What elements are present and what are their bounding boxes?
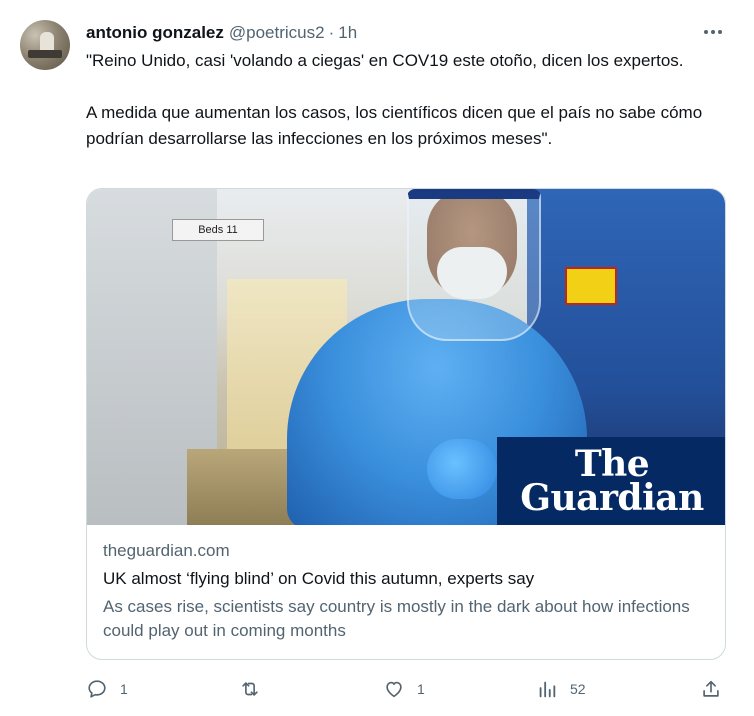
retweet-icon [242,682,258,696]
heart-icon [386,681,402,698]
image-yellow-sign [565,267,617,305]
image-sign: Beds 11 [172,219,264,241]
image-glove [427,439,497,499]
author-handle[interactable]: @poetricus2 [229,23,325,43]
tweet-header: antonio gonzalez @poetricus2 · 1h [86,22,357,44]
card-description: As cases rise, scientists say country is… [103,597,690,640]
image-face-shield [407,189,541,341]
like-button[interactable]: 1 [383,674,425,704]
tweet[interactable]: antonio gonzalez @poetricus2 · 1h "Reino… [0,0,754,716]
tweet-text: "Reino Unido, casi 'volando a ciegas' en… [86,48,726,152]
retweet-button[interactable] [239,674,273,704]
reply-button[interactable]: 1 [86,674,128,704]
tweet-timestamp[interactable]: 1h [338,23,357,43]
guardian-logo-line2: Guardian [520,477,704,519]
reply-count: 1 [120,681,128,697]
share-icon [703,680,719,697]
reply-icon [88,680,106,698]
tweet-paragraph: "Reino Unido, casi 'volando a ciegas' en… [86,51,684,70]
views-count: 52 [570,681,586,697]
views-icon [539,681,556,698]
header-separator: · [328,23,335,42]
like-count: 1 [417,681,425,697]
avatar-figure-bench [28,50,62,58]
share-button[interactable] [700,674,722,704]
card-image[interactable]: Beds 11 The Guardian [87,189,725,525]
author-name[interactable]: antonio gonzalez [86,23,224,43]
tweet-actions: 1 1 52 [86,674,736,704]
card-title: UK almost ‘flying blind’ on Covid this a… [103,569,535,588]
more-options-icon[interactable] [700,22,726,42]
avatar[interactable] [20,20,70,70]
link-card[interactable]: Beds 11 The Guardian theguardian.com UK … [86,188,726,660]
card-meta: theguardian.com UK almost ‘flying blind’… [103,539,711,643]
card-domain: theguardian.com [103,541,230,560]
tweet-paragraph: A medida que aumentan los casos, los cie… [86,103,703,148]
views-button[interactable]: 52 [536,674,586,704]
guardian-logo: The Guardian [497,437,725,525]
guardian-logo-line1: The [574,443,650,485]
